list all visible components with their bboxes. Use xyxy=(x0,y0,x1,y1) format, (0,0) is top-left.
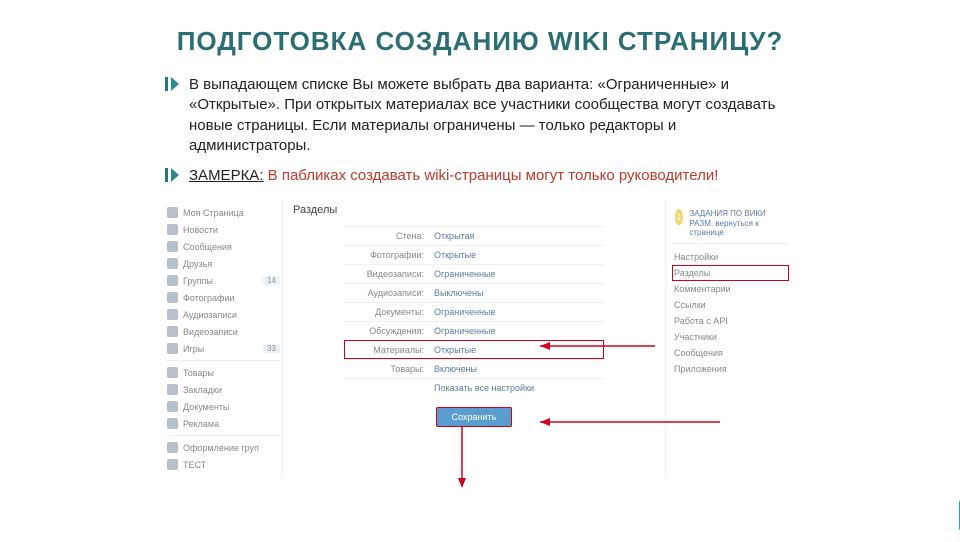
sections-link[interactable]: Разделы xyxy=(672,265,789,281)
red-arrow-horizontal xyxy=(540,412,725,432)
vk-right-nav: 1 ЗАДАНИЯ ПО ВИКИ РАЗМ. вернуться к стра… xyxy=(665,200,795,477)
screenshot-region: Моя Страница Новости Сообщения Друзья Гр… xyxy=(165,200,795,477)
red-arrow-vertical xyxy=(452,426,472,488)
community-tile: 1 ЗАДАНИЯ ПО ВИКИ РАЗМ. вернуться к стра… xyxy=(672,204,789,244)
red-arrow-horizontal xyxy=(540,336,660,356)
bullet-icon xyxy=(165,168,183,182)
bullet-icon xyxy=(165,77,183,91)
bullet-1: В выпадающем списке Вы можете выбрать дв… xyxy=(189,75,795,156)
bullet-2: ЗАМЕРКА: В пабликах создавать wiki-стран… xyxy=(189,166,718,186)
slide-title: ПОДГОТОВКА СОЗДАНИЮ WIKI СТРАНИЦУ? xyxy=(0,0,960,57)
bullets: В выпадающем списке Вы можете выбрать дв… xyxy=(165,75,795,186)
sections-heading: Разделы xyxy=(293,204,655,216)
save-button[interactable]: Сохранить xyxy=(436,407,513,427)
vk-left-nav: Моя Страница Новости Сообщения Друзья Гр… xyxy=(165,200,283,477)
